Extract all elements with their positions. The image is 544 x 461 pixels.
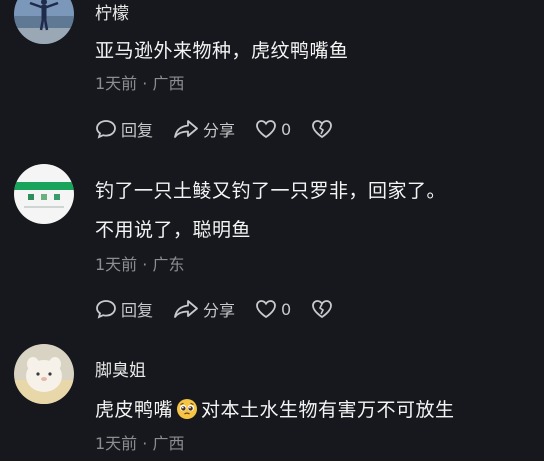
comment-text: 钓了一只土鲮又钓了一只罗非，回家了。 [95, 180, 447, 202]
reply-button[interactable]: 回复 [95, 117, 153, 141]
dislike-button[interactable] [311, 119, 333, 139]
comment-meta: 1天前 · 广西 [95, 74, 185, 93]
avatar[interactable] [14, 0, 74, 44]
comment-text-part: 对本土水生物有害万不可放生 [201, 399, 455, 421]
reply-label: 回复 [121, 121, 154, 140]
comment-text: 亚马逊外来物种，虎纹鸭嘴鱼 [95, 40, 349, 62]
comment-text: 虎皮鸭嘴 对本土水生物有害万不可放生 [95, 395, 455, 422]
comment-text-part: 虎皮鸭嘴 [95, 399, 174, 421]
like-count: 0 [281, 299, 292, 319]
heart-icon [255, 299, 277, 319]
avatar[interactable] [14, 164, 74, 224]
avatar[interactable] [14, 344, 74, 404]
share-button[interactable]: 分享 [173, 117, 235, 141]
broken-heart-icon [311, 299, 333, 319]
comment-meta: 1天前 · 广东 [95, 255, 185, 274]
broken-heart-icon [311, 119, 333, 139]
username[interactable]: 柠檬 [95, 0, 129, 24]
like-button[interactable]: 0 [255, 119, 291, 139]
comment-actions: 回复 分享 0 [95, 298, 353, 320]
reply-button[interactable]: 回复 [95, 297, 153, 321]
reply-icon [95, 119, 117, 139]
comment-meta: 1天前 · 广西 [95, 434, 185, 453]
share-icon [173, 299, 199, 319]
share-icon [173, 119, 199, 139]
username[interactable]: 脚臭姐 [95, 356, 146, 381]
reply-icon [95, 299, 117, 319]
share-label: 分享 [203, 121, 236, 140]
share-button[interactable]: 分享 [173, 297, 235, 321]
like-count: 0 [281, 119, 292, 139]
comment-text: 不用说了，聪明鱼 [95, 219, 252, 241]
dislike-button[interactable] [311, 299, 333, 319]
share-label: 分享 [203, 301, 236, 320]
pleading-face-emoji [176, 398, 198, 420]
heart-icon [255, 119, 277, 139]
like-button[interactable]: 0 [255, 299, 291, 319]
comment-actions: 回复 分享 0 [95, 118, 353, 140]
reply-label: 回复 [121, 301, 154, 320]
